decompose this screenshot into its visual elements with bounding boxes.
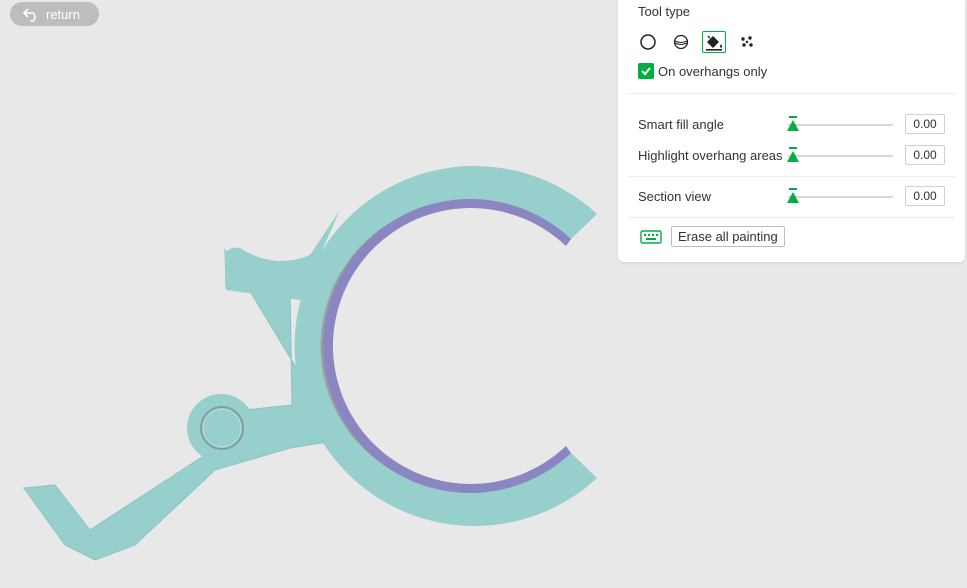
- highlight-overhang-slider[interactable]: [787, 147, 893, 162]
- section-view-input[interactable]: 0.00: [905, 186, 945, 206]
- circle-tool-button[interactable]: [636, 31, 660, 53]
- erase-row: Erase all painting: [640, 226, 785, 247]
- slider-thumb[interactable]: [787, 188, 799, 203]
- model-c-ring: [294, 166, 597, 526]
- overhangs-only-checkbox-row[interactable]: On overhangs only: [638, 63, 767, 79]
- slider-thumb[interactable]: [787, 116, 799, 131]
- paint-tool-panel: Tool type On overhangs only Smart fill a…: [618, 0, 965, 262]
- smart-fill-angle-label: Smart fill angle: [638, 117, 724, 132]
- fill-bucket-tool-icon: [706, 35, 722, 51]
- section-view-label: Section view: [638, 189, 711, 204]
- circle-tool-icon: [640, 34, 656, 50]
- gap-fill-tool-icon: [741, 36, 753, 47]
- section-view-slider[interactable]: [787, 188, 893, 203]
- tool-type-row: [636, 30, 768, 54]
- undo-arrow-icon: [22, 8, 36, 22]
- highlight-overhang-row: Highlight overhang areas 0.00: [638, 145, 945, 167]
- smart-fill-angle-slider[interactable]: [787, 116, 893, 131]
- section-view-row: Section view 0.00: [638, 186, 945, 208]
- divider: [628, 176, 955, 177]
- smart-fill-angle-input[interactable]: 0.00: [905, 114, 945, 134]
- erase-all-painting-button[interactable]: Erase all painting: [671, 226, 785, 247]
- gap-fill-tool-button[interactable]: [735, 31, 759, 53]
- highlight-overhang-input[interactable]: 0.00: [905, 145, 945, 165]
- overhangs-only-checkbox[interactable]: [638, 63, 654, 79]
- sphere-tool-button[interactable]: [669, 31, 693, 53]
- overhangs-only-label: On overhangs only: [658, 63, 768, 79]
- return-button[interactable]: return: [10, 2, 99, 26]
- check-icon: [641, 67, 651, 76]
- slider-thumb[interactable]: [787, 147, 799, 162]
- fill-bucket-tool-button[interactable]: [702, 31, 726, 53]
- 3d-viewport[interactable]: return Tool type On overhangs only Smart…: [0, 0, 967, 588]
- divider: [628, 93, 955, 94]
- divider: [628, 217, 955, 218]
- model-pivot: [187, 394, 255, 462]
- smart-fill-angle-row: Smart fill angle 0.00: [638, 114, 945, 136]
- sphere-tool-icon: [673, 34, 689, 50]
- highlight-overhang-label: Highlight overhang areas: [638, 148, 783, 163]
- tool-type-label: Tool type: [638, 4, 691, 19]
- keyboard-icon[interactable]: [640, 229, 662, 244]
- return-label: return: [46, 6, 80, 22]
